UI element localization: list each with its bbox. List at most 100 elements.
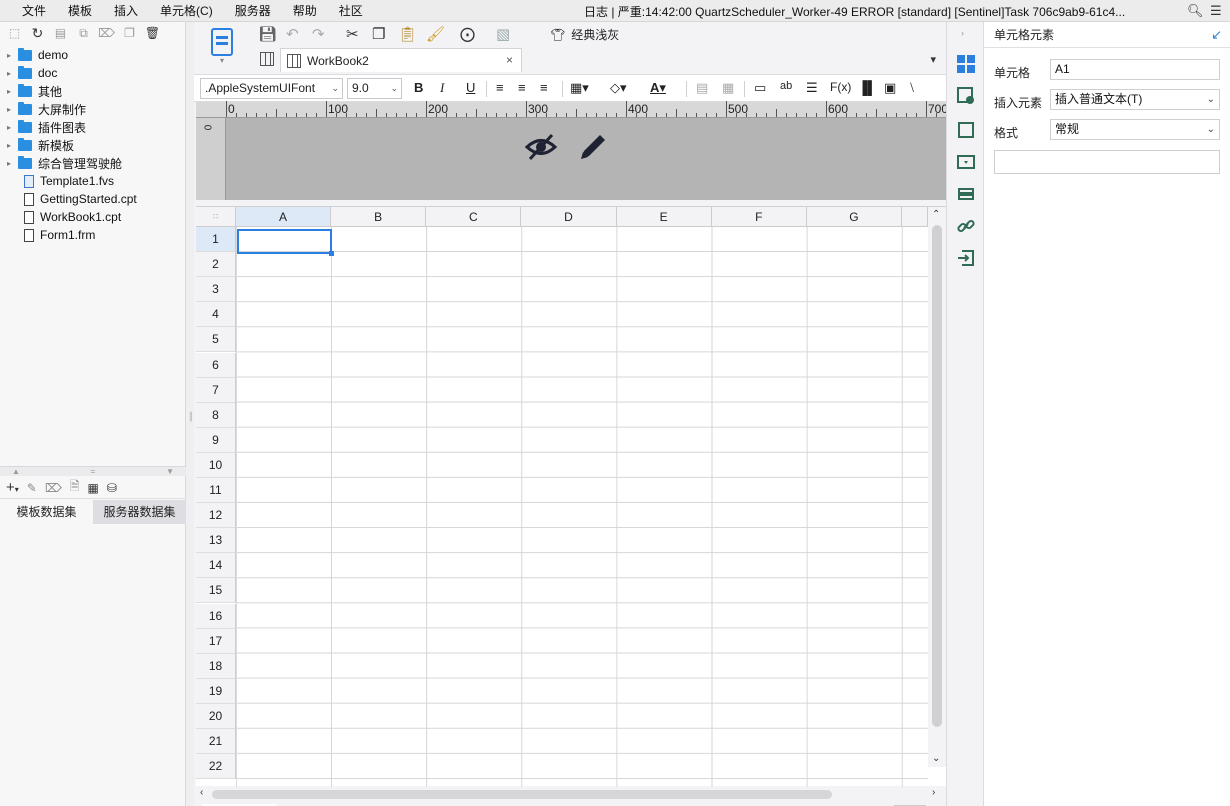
data-input-icon[interactable]: [956, 248, 976, 268]
expand-arrow-icon[interactable]: ▸: [0, 87, 14, 96]
spotlight-search-icon[interactable]: 🔍︎: [1187, 3, 1204, 19]
row-header[interactable]: 1: [196, 227, 236, 252]
insert-element-select[interactable]: 插入普通文本(T) ⌄: [1050, 89, 1220, 110]
selected-cell-a1[interactable]: [237, 229, 334, 256]
trash-icon[interactable]: 🗑︎: [144, 26, 161, 40]
expand-arrow-icon[interactable]: ▸: [0, 69, 14, 78]
scroll-down-icon[interactable]: ⌄: [932, 753, 940, 764]
unmerge-cells-icon[interactable]: ▦: [722, 80, 734, 96]
row-header[interactable]: 19: [196, 678, 236, 704]
template-info-icon[interactable]: ▤: [52, 26, 69, 40]
lock-icon[interactable]: ⧉: [75, 26, 92, 41]
cell-attribute-icon[interactable]: [956, 86, 976, 106]
select-all-corner[interactable]: ∷: [196, 207, 236, 227]
condition-icon[interactable]: [956, 184, 976, 204]
row-header[interactable]: 2: [196, 252, 236, 278]
tree-item[interactable]: GettingStarted.cpt: [0, 190, 185, 208]
column-header-e[interactable]: E: [616, 207, 712, 227]
copy-icon[interactable]: ❐: [121, 26, 138, 40]
row-header[interactable]: 9: [196, 427, 236, 453]
row-header[interactable]: 15: [196, 578, 236, 604]
spreadsheet-grid[interactable]: ∷ ⌃ ⌄ A B C D E F G 1 2 3 4 5 6 7 8 9 10 11 12 13 14 15 16 17 18…: [196, 206, 946, 787]
slash-icon[interactable]: ⧵: [910, 80, 914, 96]
panel-splitter[interactable]: ▲ = ▼: [0, 466, 186, 476]
insert-row-icon[interactable]: ▭: [754, 80, 766, 96]
delete-dataset-icon[interactable]: ⌦: [45, 481, 62, 495]
close-icon[interactable]: ×: [506, 53, 513, 67]
menu-extras-icon[interactable]: ☰: [1210, 3, 1222, 19]
border-icon[interactable]: ▦▾: [570, 80, 589, 96]
new-folder-icon[interactable]: ⬚: [6, 26, 23, 40]
tree-item[interactable]: Form1.frm: [0, 226, 185, 244]
italic-button[interactable]: I: [440, 80, 444, 96]
column-header-a[interactable]: A: [236, 207, 332, 227]
expand-arrow-icon[interactable]: ▸: [0, 123, 14, 132]
tree-item[interactable]: ▸ 大屏制作: [0, 100, 185, 118]
chart-icon[interactable]: ▐▌: [858, 80, 876, 95]
column-header-b[interactable]: B: [331, 207, 427, 227]
hide-eye-icon[interactable]: [524, 130, 558, 164]
scroll-right-icon[interactable]: ›: [932, 787, 935, 798]
left-divider[interactable]: ║: [186, 22, 194, 806]
edit-dataset-icon[interactable]: ✎: [27, 481, 37, 495]
edit-pencil-icon[interactable]: [576, 130, 610, 164]
format-select[interactable]: 常规 ⌄: [1050, 119, 1220, 140]
row-header[interactable]: 6: [196, 352, 236, 378]
rich-text-icon[interactable]: ☰: [806, 80, 818, 96]
database-icon[interactable]: ⛁: [107, 481, 117, 495]
merge-cells-icon[interactable]: ▤: [696, 80, 708, 96]
tree-item[interactable]: ▸ 插件图表: [0, 118, 185, 136]
row-header[interactable]: 20: [196, 703, 236, 729]
align-left-icon[interactable]: ≡: [496, 80, 504, 95]
tree-item[interactable]: ▸ 其他: [0, 82, 185, 100]
cut-icon[interactable]: ✂: [346, 25, 359, 43]
row-header[interactable]: 22: [196, 754, 236, 780]
menu-cell[interactable]: 单元格(C): [138, 2, 213, 19]
row-header[interactable]: 10: [196, 452, 236, 478]
vertical-scrollbar[interactable]: ⌃ ⌄: [928, 207, 946, 767]
save-icon[interactable]: 💾︎: [258, 25, 277, 43]
cell-field[interactable]: A1: [1050, 59, 1220, 80]
expand-arrow-icon[interactable]: ▸: [0, 141, 14, 150]
row-header[interactable]: 16: [196, 603, 236, 629]
menu-insert[interactable]: 插入: [92, 2, 138, 19]
row-header[interactable]: 5: [196, 327, 236, 353]
refresh-icon[interactable]: ↻: [29, 25, 46, 42]
column-header-c[interactable]: C: [426, 207, 522, 227]
cell-grid[interactable]: [236, 227, 928, 787]
tree-item[interactable]: ▸ demo: [0, 46, 185, 64]
tree-item[interactable]: Template1.fvs: [0, 172, 185, 190]
copy-icon[interactable]: ❐: [372, 25, 385, 43]
row-header[interactable]: 12: [196, 503, 236, 529]
fill-color-icon[interactable]: ◇▾: [610, 80, 627, 96]
formula-icon[interactable]: F(x): [830, 80, 851, 94]
theme-button[interactable]: 👕︎ 经典浅灰: [550, 26, 619, 43]
tab-template-dataset[interactable]: 模板数据集: [0, 500, 93, 524]
column-header-f[interactable]: F: [711, 207, 807, 227]
expand-arrow-icon[interactable]: ▸: [0, 159, 14, 168]
menu-server[interactable]: 服务器: [213, 2, 271, 19]
collapse-arrow-icon[interactable]: ›: [961, 28, 964, 38]
scrollbar-thumb[interactable]: [932, 225, 942, 727]
row-header[interactable]: 11: [196, 478, 236, 503]
tree-item[interactable]: WorkBook1.cpt: [0, 208, 185, 226]
format-painter-icon[interactable]: 🖌︎: [426, 25, 445, 43]
align-center-icon[interactable]: ≡: [518, 80, 526, 95]
bold-button[interactable]: B: [414, 80, 423, 95]
cell-element-icon[interactable]: [956, 54, 976, 74]
widget-icon[interactable]: [956, 152, 976, 172]
dataset-params-icon[interactable]: ▦: [87, 481, 98, 495]
tree-item[interactable]: ▸ 综合管理驾驶舱: [0, 154, 185, 172]
image-icon[interactable]: ▣: [884, 80, 896, 96]
font-color-icon[interactable]: A▾: [650, 80, 666, 96]
tab-workbook2[interactable]: WorkBook2 ×: [280, 48, 522, 72]
expand-arrow-icon[interactable]: ▸: [0, 105, 14, 114]
row-header[interactable]: 13: [196, 528, 236, 554]
undo-icon[interactable]: ↶: [286, 25, 299, 43]
row-header[interactable]: 18: [196, 653, 236, 679]
scroll-up-icon[interactable]: ⌃: [932, 209, 940, 220]
font-select[interactable]: .AppleSystemUIFont ⌄: [200, 78, 343, 99]
column-header-d[interactable]: D: [521, 207, 617, 227]
log-status-text[interactable]: 日志 | 严重:14:42:00 QuartzScheduler_Worker-…: [584, 3, 1125, 20]
row-header[interactable]: 8: [196, 402, 236, 428]
